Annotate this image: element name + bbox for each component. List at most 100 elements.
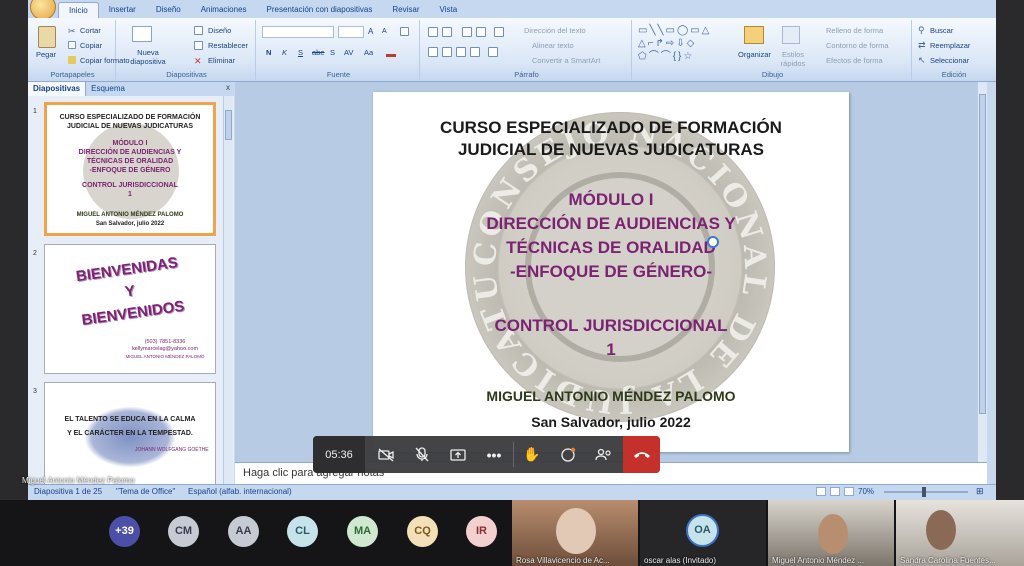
new-slide-button[interactable]: Nueva diapositiva xyxy=(126,48,170,66)
align-left-icon[interactable] xyxy=(428,47,438,57)
share-screen-button[interactable] xyxy=(441,436,475,473)
canvas-scrollbar[interactable] xyxy=(977,82,987,462)
align-center-icon[interactable] xyxy=(442,47,452,57)
underline-button[interactable]: S xyxy=(298,48,303,57)
char-spacing-button[interactable]: AV xyxy=(344,48,353,57)
clear-format-icon[interactable] xyxy=(400,27,409,36)
thumb-line: DIRECCIÓN DE AUDIENCIAS Y xyxy=(78,149,182,156)
change-case-button[interactable]: Aa xyxy=(364,48,373,57)
normal-view-icon[interactable] xyxy=(816,487,826,496)
paste-icon[interactable] xyxy=(38,26,56,48)
zoom-slider-thumb[interactable] xyxy=(922,487,926,497)
group-drawing: ▭╲╲▭◯▭△ △⌐↱⇨⇩◇ ⬠⌒⌒{}☆ Organizar Estilos rá… xyxy=(634,20,912,80)
tab-inicio[interactable]: Inicio xyxy=(58,2,99,18)
shrink-font-button[interactable]: A xyxy=(382,28,387,35)
camera-off-button[interactable] xyxy=(369,436,403,473)
participant-avatar[interactable]: AA xyxy=(228,516,259,547)
status-language[interactable]: Español (alfab. internacional) xyxy=(188,487,292,496)
justify-icon[interactable] xyxy=(470,47,480,57)
chat-button[interactable] xyxy=(551,436,585,473)
columns-icon[interactable] xyxy=(488,47,498,57)
participant-avatar-more[interactable]: +39 xyxy=(109,516,140,547)
thumb-line: kellymarcelag@yahoo.com xyxy=(131,346,199,352)
tab-revisar[interactable]: Revisar xyxy=(382,2,429,18)
video-tile-rosa[interactable]: Rosa Villavicencio de Ac... xyxy=(512,500,638,566)
arrange-button[interactable]: Organizar xyxy=(738,50,771,59)
participant-avatar[interactable]: IR xyxy=(466,516,497,547)
tab-insertar[interactable]: Insertar xyxy=(99,2,146,18)
end-call-button[interactable] xyxy=(623,436,660,473)
tab-presentacion[interactable]: Presentación con diapositivas xyxy=(257,2,383,18)
decrease-indent-icon[interactable] xyxy=(462,27,472,37)
participant-avatar[interactable]: CM xyxy=(168,516,199,547)
raise-hand-icon[interactable]: ✋ xyxy=(515,436,549,473)
shape-effects-button[interactable]: Efectos de forma xyxy=(826,56,883,65)
bullets-icon[interactable] xyxy=(428,27,438,37)
arrange-icon[interactable] xyxy=(744,26,764,44)
mic-off-button[interactable] xyxy=(405,436,439,473)
shadow-button[interactable]: S xyxy=(330,48,335,57)
cut-button[interactable]: Cortar xyxy=(80,26,101,35)
copy-button[interactable]: Copiar xyxy=(80,41,102,50)
tab-vista[interactable]: Vista xyxy=(430,2,468,18)
slide-thumbnail-3[interactable]: EL TALENTO SE EDUCA EN LA CALMA Y EL CAR… xyxy=(44,382,216,484)
line-spacing-icon[interactable] xyxy=(494,27,504,37)
slide-1[interactable]: CONSEJO NACIONAL DE LA JUDICATURA CURSO … xyxy=(373,92,849,452)
reset-button[interactable]: Restablecer xyxy=(208,41,248,50)
shapes-gallery-icon[interactable]: ▭╲╲▭◯▭△ △⌐↱⇨⇩◇ ⬠⌒⌒{}☆ xyxy=(638,24,734,64)
slide-thumbnail-1[interactable]: CURSO ESPECIALIZADO DE FORMACIÓN JUDICIA… xyxy=(44,102,216,236)
font-size-field[interactable] xyxy=(338,26,364,38)
delete-button[interactable]: Eliminar xyxy=(208,56,235,65)
shape-outline-button[interactable]: Contorno de forma xyxy=(826,41,889,50)
quick-styles-button[interactable]: Estilos rápidos xyxy=(776,50,810,68)
office-button[interactable] xyxy=(30,0,56,20)
video-tile-oscar[interactable]: OA oscar alas (Invitado) xyxy=(640,500,766,566)
tab-animaciones[interactable]: Animaciones xyxy=(191,2,257,18)
strikethrough-button[interactable]: abe xyxy=(312,48,325,57)
grow-font-button[interactable]: A xyxy=(368,27,373,36)
participant-avatar[interactable]: CL xyxy=(287,516,318,547)
canvas-scroll-handle[interactable] xyxy=(979,94,986,414)
numbering-icon[interactable] xyxy=(442,27,452,37)
thumbnail-list: 1 CURSO ESPECIALIZADO DE FORMACIÓN JUDIC… xyxy=(28,96,234,484)
new-slide-icon[interactable] xyxy=(132,26,152,42)
italic-button[interactable]: K xyxy=(282,48,287,57)
layout-button[interactable]: Diseño xyxy=(208,26,231,35)
slide-thumbnail-2[interactable]: BIENVENIDAS Y BIENVENIDOS (503) 7851-833… xyxy=(44,244,216,374)
slideshow-view-icon[interactable] xyxy=(844,487,854,496)
participant-avatar[interactable]: CQ xyxy=(407,516,438,547)
find-button[interactable]: Buscar xyxy=(930,26,953,35)
participants-button[interactable] xyxy=(587,436,621,473)
more-options-icon[interactable]: ••• xyxy=(477,436,511,473)
zoom-level[interactable]: 70% xyxy=(858,487,874,496)
fit-window-icon[interactable]: ⊞ xyxy=(976,486,984,497)
thumb2-contact: (503) 7851-8336 kellymarcelag@yahoo.com … xyxy=(115,339,215,360)
tab-esquema[interactable]: Esquema xyxy=(86,82,130,96)
align-text-button[interactable]: Alinear texto xyxy=(532,41,574,50)
tab-diapositivas[interactable]: Diapositivas xyxy=(28,82,87,96)
smartart-button[interactable]: Convertir a SmartArt xyxy=(532,56,600,65)
thumb-scrollbar[interactable] xyxy=(223,96,233,484)
increase-indent-icon[interactable] xyxy=(476,27,486,37)
align-right-icon[interactable] xyxy=(456,47,466,57)
group-label-editing: Edición xyxy=(941,70,967,79)
slide-author: MIGUEL ANTONIO MÉNDEZ PALOMO xyxy=(486,388,736,404)
text-direction-button[interactable]: Dirección del texto xyxy=(524,26,586,35)
left-letterbox xyxy=(0,0,28,500)
replace-button[interactable]: Reemplazar xyxy=(930,41,970,50)
quick-styles-icon[interactable] xyxy=(782,26,800,44)
zoom-slider[interactable] xyxy=(884,491,968,493)
font-name-field[interactable] xyxy=(262,26,334,38)
select-button[interactable]: Seleccionar xyxy=(930,56,969,65)
video-tile-sandra[interactable]: Sandra Carolina Fuentes... xyxy=(896,500,1024,566)
participant-avatar[interactable]: MA xyxy=(347,516,378,547)
sorter-view-icon[interactable] xyxy=(830,487,840,496)
shape-fill-button[interactable]: Relleno de forma xyxy=(826,26,883,35)
bold-button[interactable]: N xyxy=(266,48,271,57)
panel-close-icon[interactable]: x xyxy=(226,83,230,92)
paste-button[interactable]: Pegar xyxy=(36,50,56,59)
tab-diseno[interactable]: Diseño xyxy=(146,2,191,18)
font-color-icon[interactable] xyxy=(386,48,396,57)
video-tile-miguel[interactable]: Miguel Antonio Méndez ... xyxy=(768,500,894,566)
thumb-scroll-handle[interactable] xyxy=(225,110,232,140)
